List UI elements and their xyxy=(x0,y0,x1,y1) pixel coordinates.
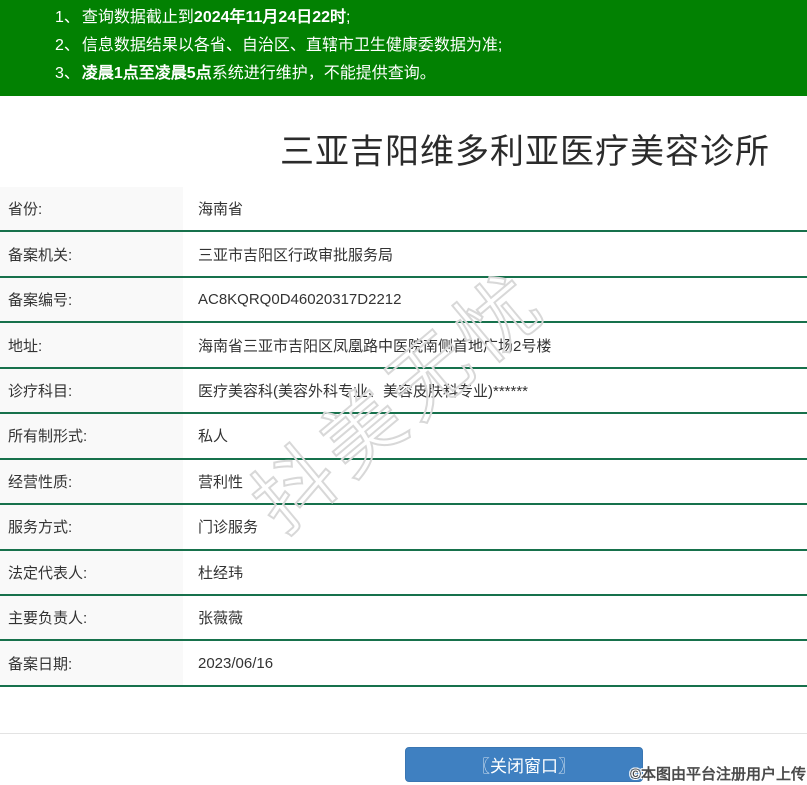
table-row-service-mode: 服务方式: 门诊服务 xyxy=(0,505,807,551)
row-value: 2023/06/16 xyxy=(183,641,807,685)
page-title: 三亚吉阳维多利亚医疗美容诊所 xyxy=(280,133,770,171)
notice-text-bold: 2024年11月24日22时 xyxy=(193,9,347,26)
row-value: 杜经玮 xyxy=(183,550,807,594)
notice-number: 3、 xyxy=(55,65,80,82)
row-value: 张薇薇 xyxy=(183,595,807,640)
row-label: 服务方式: xyxy=(0,505,183,549)
row-value: 营利性 xyxy=(183,459,807,504)
notice-text: 信息数据结果以各省、自治区、直辖市卫生健康委数据为准; xyxy=(81,37,503,54)
row-label: 诊疗科目: xyxy=(0,368,183,413)
notice-line-3: 3、 凌晨1点至凌晨5点系统进行维护，不能提供查询。 xyxy=(0,60,807,88)
row-label: 主要负责人: xyxy=(0,595,183,640)
table-row-filing-number: 备案编号: AC8KQRQ0D46020317D2212 xyxy=(0,277,807,324)
upload-note-watermark: ©本图由平台注册用户上传 xyxy=(629,766,806,783)
row-value: 海南省 xyxy=(183,187,807,231)
table-row-business-nature: 经营性质: 营利性 xyxy=(0,459,807,506)
row-label: 地址: xyxy=(0,323,183,367)
row-label: 所有制形式: xyxy=(0,414,183,458)
row-label: 备案编号: xyxy=(0,277,183,322)
notice-line-2: 2、 信息数据结果以各省、自治区、直辖市卫生健康委数据为准; xyxy=(0,32,807,60)
row-label: 经营性质: xyxy=(0,459,183,504)
row-label: 备案机关: xyxy=(0,232,183,276)
table-row-address: 地址: 海南省三亚市吉阳区凤凰路中医院南侧首地广场2号楼 xyxy=(0,323,807,369)
notice-text: 系统进行维护，不能提供查询。 xyxy=(211,65,436,82)
row-value: 私人 xyxy=(183,414,807,458)
row-value: AC8KQRQ0D46020317D2212 xyxy=(183,277,807,322)
table-row-principal: 主要负责人: 张薇薇 xyxy=(0,595,807,642)
table-row-ownership: 所有制形式: 私人 xyxy=(0,414,807,460)
notice-number: 2、 xyxy=(55,37,80,54)
row-value: 门诊服务 xyxy=(183,505,807,549)
row-value: 三亚市吉阳区行政审批服务局 xyxy=(183,232,807,276)
info-table: 省份: 海南省 备案机关: 三亚市吉阳区行政审批服务局 备案编号: AC8KQR… xyxy=(0,187,807,687)
notice-text: 查询数据截止到 xyxy=(81,9,194,26)
table-row-province: 省份: 海南省 xyxy=(0,187,807,233)
row-value: 海南省三亚市吉阳区凤凰路中医院南侧首地广场2号楼 xyxy=(183,323,807,367)
row-value: 医疗美容科(美容外科专业、美容皮肤科专业)****** xyxy=(183,368,807,413)
notice-line-1: 1、 查询数据截止到2024年11月24日22时; xyxy=(0,4,807,32)
table-row-filing-authority: 备案机关: 三亚市吉阳区行政审批服务局 xyxy=(0,232,807,278)
table-row-filing-date: 备案日期: 2023/06/16 xyxy=(0,641,807,687)
notice-text: ; xyxy=(346,9,351,26)
table-row-medical-subjects: 诊疗科目: 医疗美容科(美容外科专业、美容皮肤科专业)****** xyxy=(0,368,807,415)
notice-banner: 1、 查询数据截止到2024年11月24日22时; 2、 信息数据结果以各省、自治区… xyxy=(0,0,807,96)
close-window-button[interactable]: 〖关闭窗口〗 xyxy=(405,747,643,782)
table-row-legal-representative: 法定代表人: 杜经玮 xyxy=(0,550,807,596)
notice-text-bold: 凌晨1点至凌晨5点 xyxy=(81,65,212,82)
row-label: 法定代表人: xyxy=(0,550,183,594)
bottom-divider xyxy=(0,733,807,734)
query-result-page: 1、 查询数据截止到2024年11月24日22时; 2、 信息数据结果以各省、自治区… xyxy=(0,0,807,785)
notice-number: 1、 xyxy=(55,9,80,26)
row-label: 备案日期: xyxy=(0,641,183,685)
row-label: 省份: xyxy=(0,187,183,231)
